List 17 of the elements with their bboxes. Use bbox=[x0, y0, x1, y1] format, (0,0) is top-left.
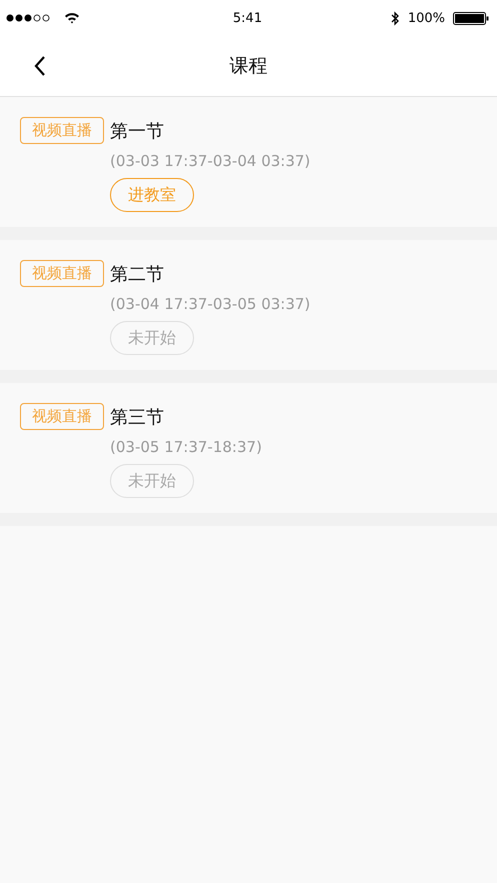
lesson-time: (03-05 17:37-18:37) bbox=[110, 438, 262, 456]
lesson-title: 第三节 bbox=[110, 406, 164, 428]
wifi-icon bbox=[64, 12, 80, 24]
live-tag: 视频直播 bbox=[20, 403, 104, 430]
battery-percent: 100% bbox=[408, 10, 445, 26]
clock-time: 5:41 bbox=[232, 10, 262, 26]
lesson-time: (03-03 17:37-03-04 03:37) bbox=[110, 152, 310, 170]
enter-classroom-button[interactable]: 进教室 bbox=[110, 178, 194, 212]
live-tag: 视频直播 bbox=[20, 117, 104, 144]
page-title: 课程 bbox=[230, 54, 268, 79]
bluetooth-icon bbox=[390, 10, 400, 26]
battery-icon bbox=[452, 12, 489, 24]
lesson-title: 第一节 bbox=[110, 120, 164, 142]
back-icon[interactable] bbox=[34, 55, 46, 77]
lesson-title: 第二节 bbox=[110, 262, 164, 286]
live-tag: 视频直播 bbox=[20, 260, 104, 287]
lesson-time: (03-04 17:37-03-05 03:37) bbox=[110, 295, 310, 313]
